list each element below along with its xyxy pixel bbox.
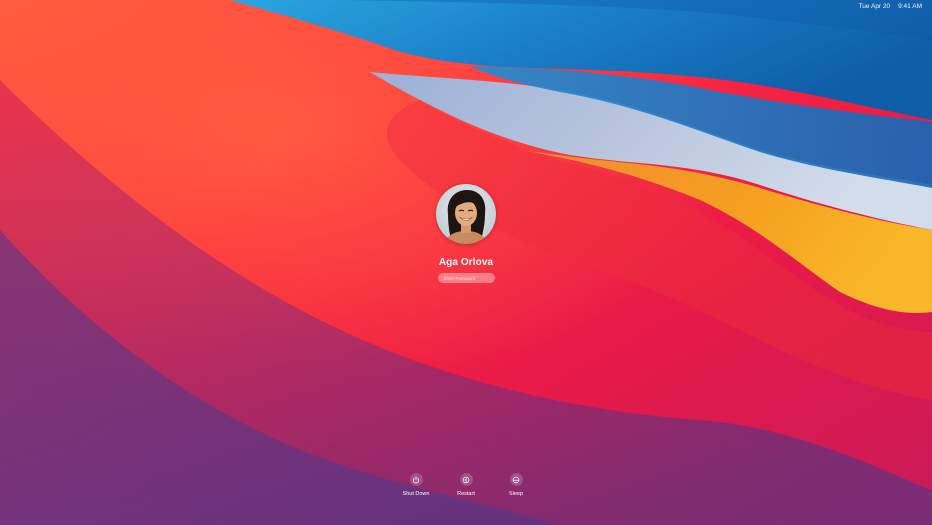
shut-down-button[interactable]: Shut Down <box>391 473 441 498</box>
restart-button[interactable]: Restart <box>441 473 491 498</box>
password-field[interactable] <box>437 273 495 283</box>
status-time: 9:41 AM <box>898 3 922 10</box>
restart-label: Restart <box>457 491 475 497</box>
power-actions: Shut Down Restart Sleep <box>0 473 932 498</box>
sleep-icon <box>509 473 523 486</box>
sleep-button[interactable]: Sleep <box>491 473 541 498</box>
login-panel: Aga Orlova <box>0 184 932 283</box>
restart-icon <box>459 473 473 486</box>
status-date: Tue Apr 20 <box>858 3 891 10</box>
sleep-label: Sleep <box>508 491 524 497</box>
power-icon <box>409 473 423 486</box>
shut-down-label: Shut Down <box>402 491 430 497</box>
user-name[interactable]: Aga Orlova <box>439 256 493 270</box>
user-avatar[interactable] <box>436 184 496 244</box>
menu-bar-clock: Tue Apr 20 9:41 AM <box>859 2 922 12</box>
login-screen: Tue Apr 20 9:41 AM Aga Orlova Shut Down … <box>0 0 932 525</box>
user-photo-icon <box>436 184 496 244</box>
